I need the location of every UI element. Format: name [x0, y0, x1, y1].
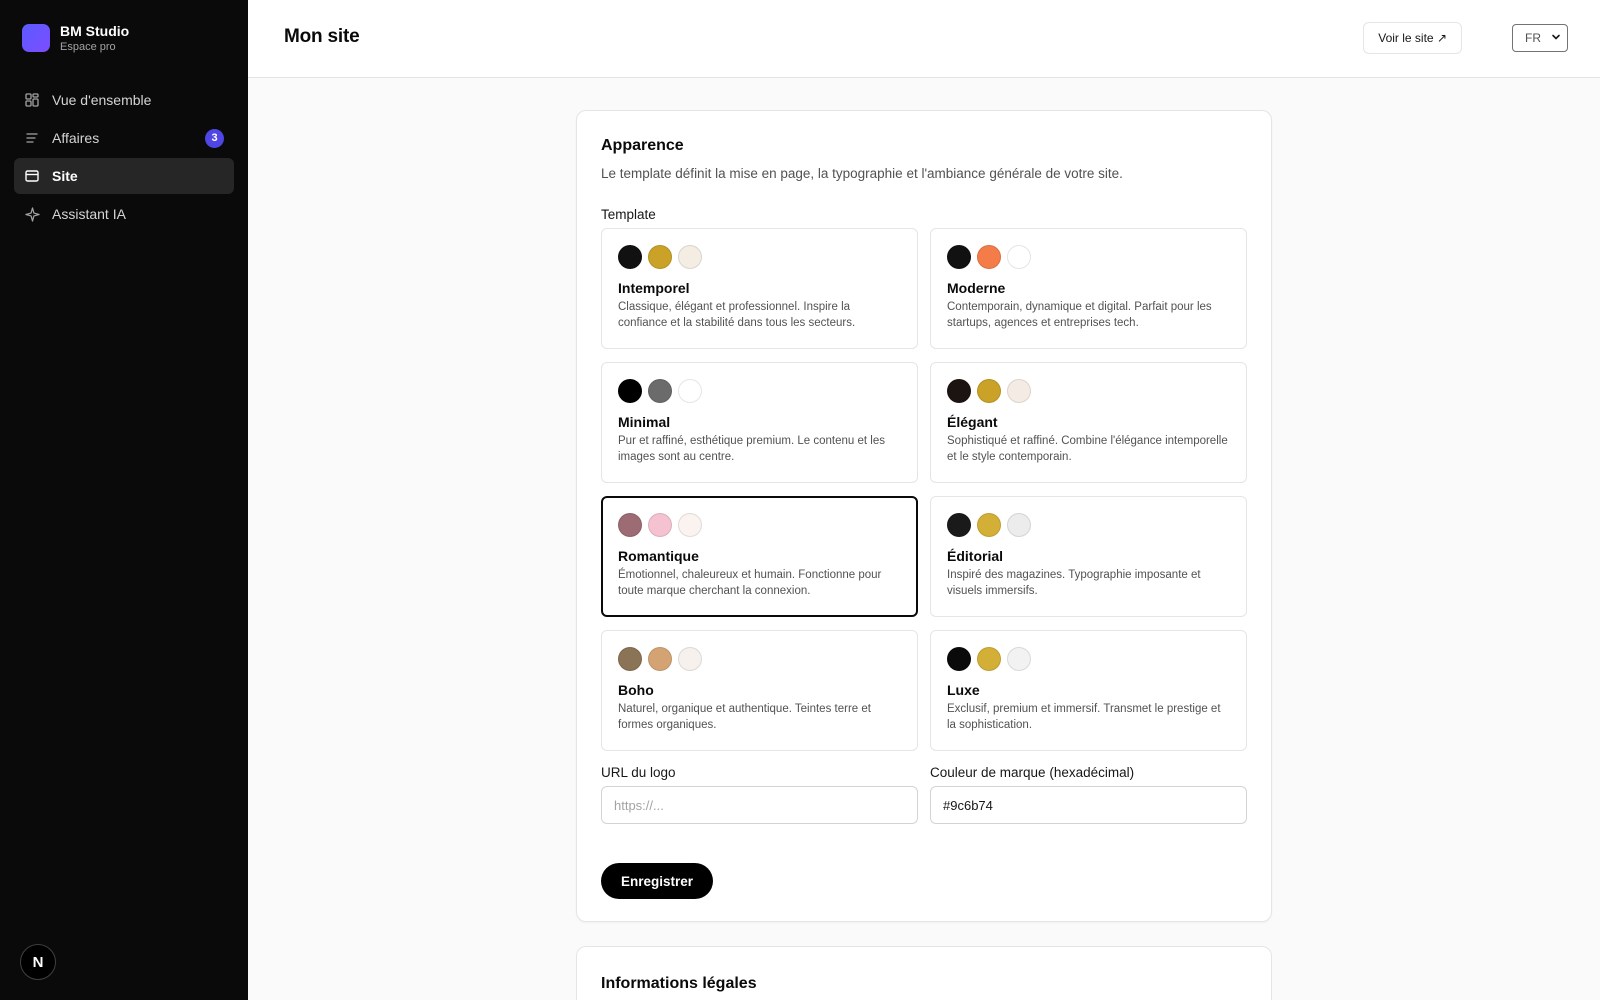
template-description: Naturel, organique et authentique. Teint… — [618, 703, 871, 731]
color-swatches — [947, 647, 1230, 671]
color-swatches — [947, 245, 1230, 269]
sidebar: BM Studio Espace pro Vue d'ensemble Affa… — [0, 0, 248, 1000]
count-badge: 3 — [205, 128, 224, 148]
view-site-button[interactable]: Voir le site ↗ — [1363, 22, 1462, 54]
sidebar-item-label: Assistant IA — [52, 206, 126, 222]
template-name: Boho — [618, 682, 654, 698]
color-swatch — [977, 647, 1001, 671]
color-swatch — [618, 245, 642, 269]
color-swatch — [648, 647, 672, 671]
logo-url-input[interactable] — [601, 786, 918, 824]
appearance-description: Le template définit la mise en page, la … — [601, 166, 1123, 181]
list-icon — [24, 130, 40, 146]
template-name: Intemporel — [618, 280, 690, 296]
sidebar-item-label: Site — [52, 168, 78, 184]
chevron-down-icon — [1551, 31, 1561, 45]
brand[interactable]: BM Studio Espace pro — [22, 22, 129, 54]
template-grid: Intemporel Classique, élégant et professi… — [601, 228, 1247, 751]
brand-color-label: Couleur de marque (hexadécimal) — [930, 765, 1135, 780]
language-select[interactable]: FR — [1512, 24, 1568, 52]
template-name: Luxe — [947, 682, 980, 698]
appearance-title: Apparence — [601, 137, 684, 154]
save-button[interactable]: Enregistrer — [601, 863, 714, 899]
color-swatch — [977, 245, 1001, 269]
template-card[interactable]: Boho Naturel, organique et authentique. T… — [601, 630, 918, 751]
template-card[interactable]: Élégant Sophistiqué et raffiné. Combine l… — [930, 362, 1247, 483]
top-header: Mon site Voir le site ↗ FR — [248, 0, 1600, 78]
sidebar-item-label: Affaires — [52, 130, 100, 146]
color-swatch — [618, 647, 642, 671]
color-swatch — [648, 245, 672, 269]
color-swatch — [618, 513, 642, 537]
color-swatch — [947, 513, 971, 537]
color-swatch — [678, 379, 702, 403]
color-swatch — [947, 647, 971, 671]
color-swatches — [618, 379, 901, 403]
sidebar-item-site[interactable]: Site — [14, 158, 234, 194]
color-swatch — [678, 513, 702, 537]
template-description: Classique, élégant et professionnel. Ins… — [618, 301, 856, 329]
color-swatches — [947, 379, 1230, 403]
sidebar-item-overview[interactable]: Vue d'ensemble — [14, 82, 234, 118]
color-swatch — [1007, 245, 1031, 269]
color-swatch — [947, 379, 971, 403]
sparkle-icon — [24, 206, 40, 222]
legal-title: Informations légales — [601, 975, 757, 992]
brand-color-input[interactable] — [930, 786, 1247, 824]
color-swatch — [648, 379, 672, 403]
template-description: Sophistiqué et raffiné. Combine l'élégan… — [947, 435, 1228, 463]
color-swatch — [1007, 513, 1031, 537]
template-name: Minimal — [618, 414, 671, 430]
sidebar-nav: Vue d'ensemble Affaires 3 Site Assistant… — [14, 82, 234, 234]
color-swatches — [618, 647, 901, 671]
color-swatch — [977, 513, 1001, 537]
template-card[interactable]: Intemporel Classique, élégant et professi… — [601, 228, 918, 349]
brand-subtitle: Espace pro — [60, 41, 116, 53]
template-description: Contemporain, dynamique et digital. Parf… — [947, 301, 1212, 329]
color-swatches — [947, 513, 1230, 537]
color-swatch — [678, 245, 702, 269]
template-description: Pur et raffiné, esthétique premium. Le c… — [618, 435, 885, 463]
color-swatch — [648, 513, 672, 537]
template-card[interactable]: Éditorial Inspiré des magazines. Typograp… — [930, 496, 1247, 617]
color-swatch — [678, 647, 702, 671]
color-swatches — [618, 513, 901, 537]
template-card[interactable]: Luxe Exclusif, premium et immersif. Trans… — [930, 630, 1247, 751]
template-description: Émotionnel, chaleureux et humain. Foncti… — [618, 569, 882, 597]
template-card[interactable]: Moderne Contemporain, dynamique et digita… — [930, 228, 1247, 349]
template-description: Inspiré des magazines. Typographie impos… — [947, 569, 1201, 597]
color-swatch — [618, 379, 642, 403]
template-description: Exclusif, premium et immersif. Transmet … — [947, 703, 1221, 731]
avatar[interactable]: N — [20, 944, 56, 980]
template-name: Élégant — [947, 414, 998, 430]
template-name: Romantique — [618, 548, 699, 564]
logo-url-label: URL du logo — [601, 765, 676, 780]
template-label: Template — [601, 207, 656, 222]
color-swatches — [618, 245, 901, 269]
sidebar-item-affaires[interactable]: Affaires 3 — [14, 120, 234, 156]
template-card[interactable]: Minimal Pur et raffiné, esthétique premiu… — [601, 362, 918, 483]
color-swatch — [977, 379, 1001, 403]
window-icon — [24, 168, 40, 184]
appearance-card: Apparence Le template définit la mise en… — [576, 110, 1272, 922]
template-card[interactable]: Romantique Émotionnel, chaleureux et huma… — [601, 496, 918, 617]
grid-icon — [24, 92, 40, 108]
color-swatch — [1007, 379, 1031, 403]
language-value: FR — [1525, 31, 1541, 45]
template-name: Éditorial — [947, 548, 1004, 564]
sidebar-item-assistant[interactable]: Assistant IA — [14, 196, 234, 232]
brand-logo — [22, 24, 50, 52]
template-name: Moderne — [947, 280, 1006, 296]
page-title: Mon site — [284, 26, 360, 47]
color-swatch — [1007, 647, 1031, 671]
color-swatch — [947, 245, 971, 269]
sidebar-item-label: Vue d'ensemble — [52, 92, 152, 108]
brand-name: BM Studio — [60, 23, 130, 39]
legal-card: Informations légales — [576, 946, 1272, 1000]
